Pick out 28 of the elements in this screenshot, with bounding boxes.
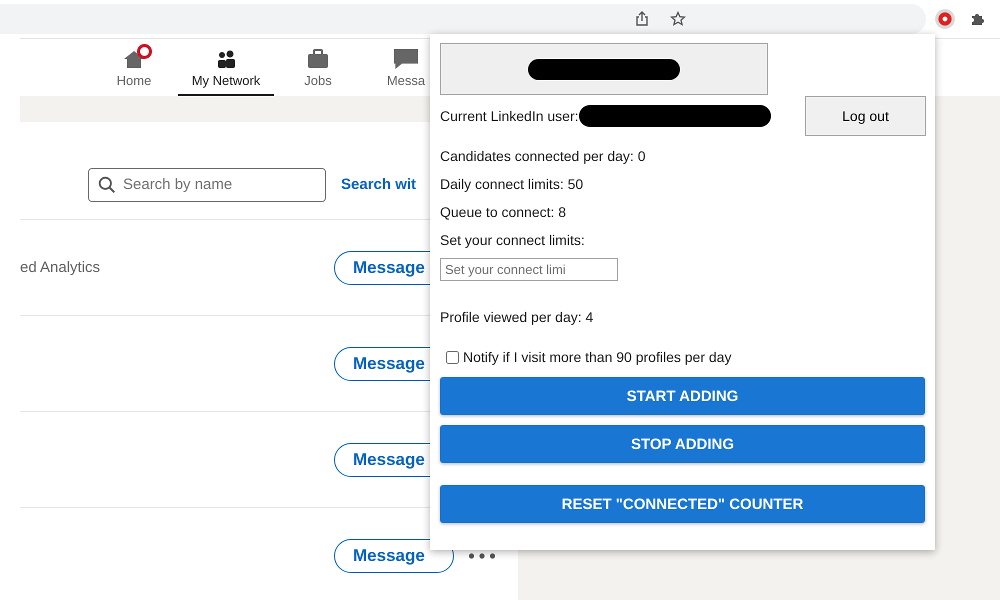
extension-icon[interactable] [934, 8, 956, 30]
nav-tab[interactable]: Messa [362, 39, 450, 96]
limit-input[interactable]: Set your connect limi [440, 258, 618, 281]
nav-tab[interactable]: Home [90, 39, 178, 96]
user-label: Current LinkedIn user: [440, 108, 579, 124]
briefcase-icon [306, 49, 330, 69]
search-icon [98, 176, 116, 194]
logout-button[interactable]: Log out [805, 96, 926, 136]
action-button[interactable]: START ADDING [440, 377, 925, 415]
notify-checkbox[interactable] [446, 350, 459, 364]
share-icon[interactable] [634, 11, 650, 27]
connection-headline: ed Analytics [20, 259, 100, 276]
message-button[interactable]: Message [334, 538, 454, 572]
search-link[interactable]: Search wit [341, 176, 416, 193]
action-button[interactable]: STOP ADDING [440, 425, 925, 463]
star-icon[interactable] [670, 11, 686, 27]
stat-text: Candidates connected per day: 0 [440, 148, 646, 164]
stat-text: Daily connect limits: 50 [440, 176, 584, 192]
nav-tab[interactable]: Jobs [274, 39, 362, 96]
search-field[interactable]: Search by name [88, 168, 326, 202]
chat-icon [394, 49, 418, 69]
stat-text: Queue to connect: 8 [440, 204, 568, 220]
stat-text: Set your connect limits: [440, 232, 586, 248]
more-icon[interactable] [468, 552, 496, 560]
profile-views-text: Profile viewed per day: 4 [440, 309, 594, 325]
reset-button[interactable]: RESET "CONNECTED" COUNTER [440, 485, 925, 523]
notify-label: Notify if I visit more than 90 profiles per day [463, 349, 732, 365]
puzzle-icon[interactable] [970, 11, 986, 27]
